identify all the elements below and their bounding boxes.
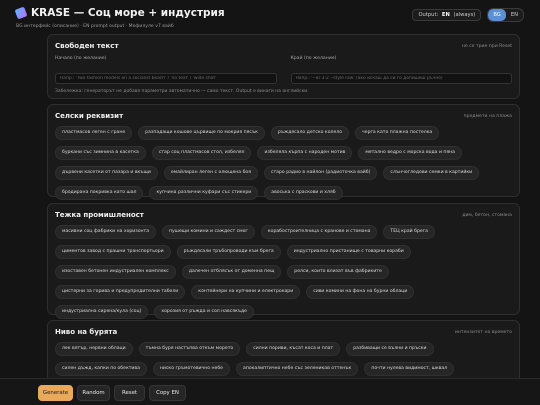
village-props-card: Селски реквизит предмети на плажа пластм… [47,104,520,200]
industry-chip[interactable]: сиви комини на фона на бурни облаци [306,285,415,299]
storm-note: интензитет на времето [454,329,512,335]
industry-chip[interactable]: цистерни за горива и предупредителни таб… [55,285,186,299]
generate-button[interactable]: Generate [38,385,73,401]
output-value: EN [441,12,450,18]
storm-chip[interactable]: почти нулева видимост, шквал [364,362,455,376]
industry-chip[interactable]: пушещи комини и саждест смог [162,225,255,239]
industry-chip[interactable]: изоставен бетонен индустриален комплекс [55,265,176,279]
industry-chip-list: масивни соц фабрики на хоризонта пушещи к… [55,225,512,319]
village-chip[interactable]: черга като плажна постелка [355,126,440,140]
industry-chip[interactable]: контейнери на купчини и електрокари [191,285,301,299]
lang-bg-button[interactable]: BG [488,9,506,21]
industry-chip[interactable]: ТЕЦ край брега [383,225,435,239]
end-field-group: Край (по желание) [290,56,512,84]
village-chip[interactable]: старо радио в найлон (радиоточка вайб) [263,166,378,180]
free-text-note: не се триe при Reset [461,43,512,49]
app-title-text: KRASE — Соц море + индустрия [31,7,225,19]
storm-chip[interactable]: апокалиптично небе със зеленикав оттенък [236,362,359,376]
village-chip[interactable]: емайлиран леген с олющена боя [163,166,258,180]
village-chip[interactable]: пластмасов леген с гране [55,126,133,140]
industry-chip[interactable]: корабостроителница с кранове и стомана [260,225,378,239]
industry-chip[interactable]: масивни соц фабрики на хоризонта [55,225,157,239]
village-chip[interactable]: стар соц пластмасов стол, избелял [151,146,252,160]
village-chip[interactable]: авоська с праскови и хляб [264,186,343,200]
storm-title: Ниво на бурята [55,328,118,336]
storm-chip[interactable]: силни пориви, късат коса и плат [246,342,341,356]
lang-en-button[interactable]: EN [506,9,523,21]
village-chip-list: пластмасов леген с гране разпадащи кошове… [55,126,512,200]
storm-chip[interactable]: лек вятър, нервни облаци [55,342,133,356]
app-window: KRASE — Соц море + индустрия BG интерфей… [0,0,540,405]
start-label: Начало (по желание) [55,56,107,61]
village-chip[interactable]: избеляла кърпа с народен мотив [257,146,353,160]
village-chip[interactable]: купчина различни куфари със стикери [149,186,259,200]
industry-chip[interactable]: индустриална сирена/кула (соц) [55,305,149,319]
random-button[interactable]: Random [77,385,110,401]
industry-title: Тежка промишленост [55,211,144,219]
village-chip[interactable]: дървени касетки от пазара и вкъщи [55,166,158,180]
language-toggle: BG EN [487,8,524,22]
footer-bar: Generate Random Reset Copy EN [0,378,540,405]
free-text-card: Свободен текст не се триe при Reset Нача… [47,34,520,99]
storm-chip[interactable]: тъмна буря настъпва откъм морето [138,342,241,356]
output-suffix: (always) [453,12,476,18]
village-chip[interactable]: буркани със зимнина в касетка [55,146,146,160]
storm-chip[interactable]: силен дъжд, капки по обектива [55,362,147,376]
village-chip[interactable]: разпадащи кошове цървище по мокрия пясък [138,126,265,140]
reset-button[interactable]: Reset [114,385,145,401]
free-text-footnote: Забележка: генераторът не добавя парамет… [55,89,309,94]
storm-chip[interactable]: ниско гръмотевично небе [152,362,231,376]
storm-chip-list: лек вятър, нервни облаци тъмна буря настъ… [55,342,512,376]
industry-card: Тежка промишленост дим, бетон, стомана м… [47,203,520,319]
header: KRASE — Соц море + индустрия BG интерфей… [14,6,524,36]
end-label: Край (по желание) [290,56,337,61]
copy-en-button[interactable]: Copy EN [149,385,186,401]
industry-chip[interactable]: релси, които влизат във фабриките [287,265,389,279]
village-chip[interactable]: бродирана покривка като шал [55,186,144,200]
industry-note: дим, бетон, стомана [462,212,512,218]
output-indicator: Output: EN (always) [412,9,482,21]
start-input[interactable] [55,73,277,84]
industry-chip[interactable]: ръждясали тръбопроводи към брега [176,245,281,259]
industry-chip[interactable]: хорозия от ръжда и сол навсякъде [154,305,255,319]
industry-chip[interactable]: далечен отблясък от доменна пещ [181,265,282,279]
industry-chip[interactable]: индустриално пристанище с товарни кораби [286,245,411,259]
industry-chip[interactable]: циментов завод с прашни транспортьори [55,245,171,259]
free-text-title: Свободен текст [55,42,119,50]
output-controls: Output: EN (always) BG EN [412,8,524,22]
output-label: Output: [418,12,439,18]
app-subtitle: BG интерфейс (описание) · EN prompt outp… [16,24,174,29]
start-field-group: Начало (по желание) [55,56,277,84]
storm-chip[interactable]: разбиващи се вълни и пръски [346,342,434,356]
pencil-icon [14,6,28,20]
end-input[interactable] [290,73,512,84]
village-chip[interactable]: метално ведро с морска вода и пяна [358,146,462,160]
village-chip[interactable]: ръждясало детско колело [270,126,350,140]
village-note: предмети на плажа [463,113,512,119]
village-chip[interactable]: слънчогледови семки в картийки [383,166,480,180]
village-title: Селски реквизит [55,112,124,120]
